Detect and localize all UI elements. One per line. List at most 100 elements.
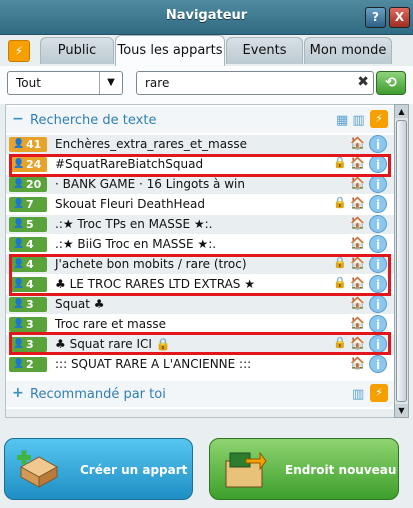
user-icon: 👤 [13, 319, 25, 329]
info-icon[interactable]: i [369, 355, 387, 373]
section-recommended: + Recommandé par toi ▥ ⚡ [6, 381, 394, 407]
room-row[interactable]: 👤 3 Squat ♣ 🏠 i [6, 295, 394, 314]
visitor-count: 3 [26, 318, 34, 331]
lightning-icon[interactable]: ⚡ [370, 384, 388, 402]
create-room-label: Créer un appart [80, 463, 188, 477]
visitor-count-badge: 👤 5 [9, 217, 47, 232]
group-icon: 🏠 [350, 216, 365, 230]
filter-dropdown[interactable]: Tout ▼ [7, 71, 123, 95]
user-icon: 👤 [13, 239, 25, 249]
room-name: .:★ BiiG Troc en MASSE ★:. [55, 237, 217, 251]
clear-search-icon[interactable]: ✖ [357, 74, 369, 90]
visitor-count-badge: 👤 4 [9, 237, 47, 252]
visitor-count-badge: 👤 2 [9, 357, 47, 372]
room-row[interactable]: 👤 20 · BANK GAME · 16 Lingots à win 🏠 i [6, 175, 394, 194]
section-text-search: − Recherche de texte ▦ ▥ ⚡ [6, 107, 394, 133]
title-bar[interactable]: Navigateur ? X [0, 0, 413, 35]
navigator-window: Navigateur ? X ⚡ Public Tous les apparts… [0, 0, 413, 508]
info-icon[interactable]: i [369, 235, 387, 253]
lightning-icon[interactable]: ⚡ [8, 40, 30, 62]
new-place-icon [225, 451, 267, 488]
create-room-icon [17, 450, 59, 488]
bottom-actions: Créer un appart Endroit nouveau [0, 430, 413, 508]
lock-icon: 🔒 [333, 196, 347, 209]
group-icon: 🏠 [350, 296, 365, 310]
group-icon: 🏠 [350, 356, 365, 370]
grid-view-icon[interactable]: ▦ ▥ [336, 113, 365, 128]
filter-value: Tout [16, 76, 41, 90]
scroll-thumb[interactable] [396, 120, 407, 402]
visitor-count: 7 [26, 198, 34, 211]
group-icon: 🏠 [350, 236, 365, 250]
room-row[interactable]: 👤 5 .:★ Troc TPs en MASSE ★:. 🏠 i [6, 215, 394, 234]
visitor-count-badge: 👤 3 [9, 317, 47, 332]
highlight-box [9, 332, 391, 355]
visitor-count: 20 [26, 178, 42, 191]
chevron-down-icon[interactable]: ▼ [99, 72, 122, 94]
info-icon[interactable]: i [369, 135, 387, 153]
visitor-count: 41 [26, 138, 42, 151]
refresh-button[interactable]: ⟲ [376, 71, 406, 95]
room-name: Troc rare et masse [55, 317, 166, 331]
lightning-icon[interactable]: ⚡ [370, 110, 388, 128]
group-icon: 🏠 [350, 196, 365, 210]
visitor-count: 5 [26, 218, 34, 231]
info-icon[interactable]: i [369, 195, 387, 213]
search-value: rare [145, 76, 170, 90]
results-panel: − Recherche de texte ▦ ▥ ⚡ 👤 41 Enchères_e… [5, 104, 395, 418]
visitor-count-badge: 👤 20 [9, 177, 47, 192]
user-icon: 👤 [13, 299, 25, 309]
room-row[interactable]: 👤 4 .:★ BiiG Troc en MASSE ★:. 🏠 i [6, 235, 394, 254]
room-row[interactable]: 👤 2::: SQUAT RARE A L'ANCIENNE ::: 🏠 i [6, 355, 394, 374]
tab-all-rooms[interactable]: Tous les apparts [115, 35, 225, 66]
visitor-count: 3 [26, 298, 34, 311]
highlight-box [9, 154, 391, 177]
tab-bar: ⚡ Public Tous les apparts Events Mon mon… [0, 34, 413, 66]
create-room-button[interactable]: Créer un appart [4, 438, 193, 500]
new-place-label: Endroit nouveau [285, 463, 397, 477]
close-button[interactable]: X [389, 7, 410, 28]
group-icon: 🏠 [350, 136, 365, 150]
visitor-count: 2 [26, 358, 34, 371]
visitor-count-badge: 👤 7 [9, 197, 47, 212]
expand-icon[interactable]: + [12, 385, 24, 401]
room-name: Skouat Fleuri DeathHead [55, 197, 205, 211]
room-name: · BANK GAME · 16 Lingots à win [55, 177, 245, 191]
room-name: Squat ♣ [55, 297, 105, 311]
group-icon: 🏠 [350, 316, 365, 330]
list-item [6, 409, 394, 417]
user-icon: 👤 [13, 219, 25, 229]
grid-view-icon[interactable]: ▥ [352, 387, 364, 402]
tab-my-world[interactable]: Mon monde [304, 37, 392, 64]
search-toolbar: Tout ▼ rare ✖ ⟲ [0, 66, 413, 104]
help-button[interactable]: ? [365, 7, 386, 28]
tab-events[interactable]: Events [226, 37, 303, 64]
visitor-count-badge: 👤 3 [9, 297, 47, 312]
user-icon: 👤 [13, 359, 25, 369]
user-icon: 👤 [13, 139, 25, 149]
scroll-up-icon[interactable]: ▲ [395, 105, 408, 118]
room-name: ::: SQUAT RARE A L'ANCIENNE ::: [55, 357, 252, 371]
new-place-button[interactable]: Endroit nouveau [209, 438, 399, 500]
user-icon: 👤 [13, 179, 25, 189]
info-icon[interactable]: i [369, 295, 387, 313]
room-row[interactable]: 👤 7 Skouat Fleuri DeathHead 🔒 🏠 i [6, 195, 394, 214]
group-icon: 🏠 [350, 176, 365, 190]
search-input[interactable]: rare ✖ [136, 71, 374, 95]
info-icon[interactable]: i [369, 175, 387, 193]
section-text-search-label: Recherche de texte [30, 113, 157, 128]
highlight-box [9, 254, 391, 296]
scroll-down-icon[interactable]: ▼ [395, 404, 408, 417]
room-name: Enchères_extra_rares_et_masse [55, 137, 247, 151]
room-row[interactable]: 👤 41 Enchères_extra_rares_et_masse 🏠 i [6, 135, 394, 154]
scrollbar[interactable]: ▲ ▼ [394, 104, 409, 418]
info-icon[interactable]: i [369, 315, 387, 333]
user-icon: 👤 [13, 199, 25, 209]
visitor-count: 4 [26, 238, 34, 251]
info-icon[interactable]: i [369, 215, 387, 233]
room-name: .:★ Troc TPs en MASSE ★:. [55, 217, 213, 231]
tab-public[interactable]: Public [40, 37, 114, 64]
collapse-icon[interactable]: − [12, 111, 24, 127]
section-recommended-label: Recommandé par toi [30, 387, 166, 402]
visitor-count-badge: 👤 41 [9, 137, 47, 152]
